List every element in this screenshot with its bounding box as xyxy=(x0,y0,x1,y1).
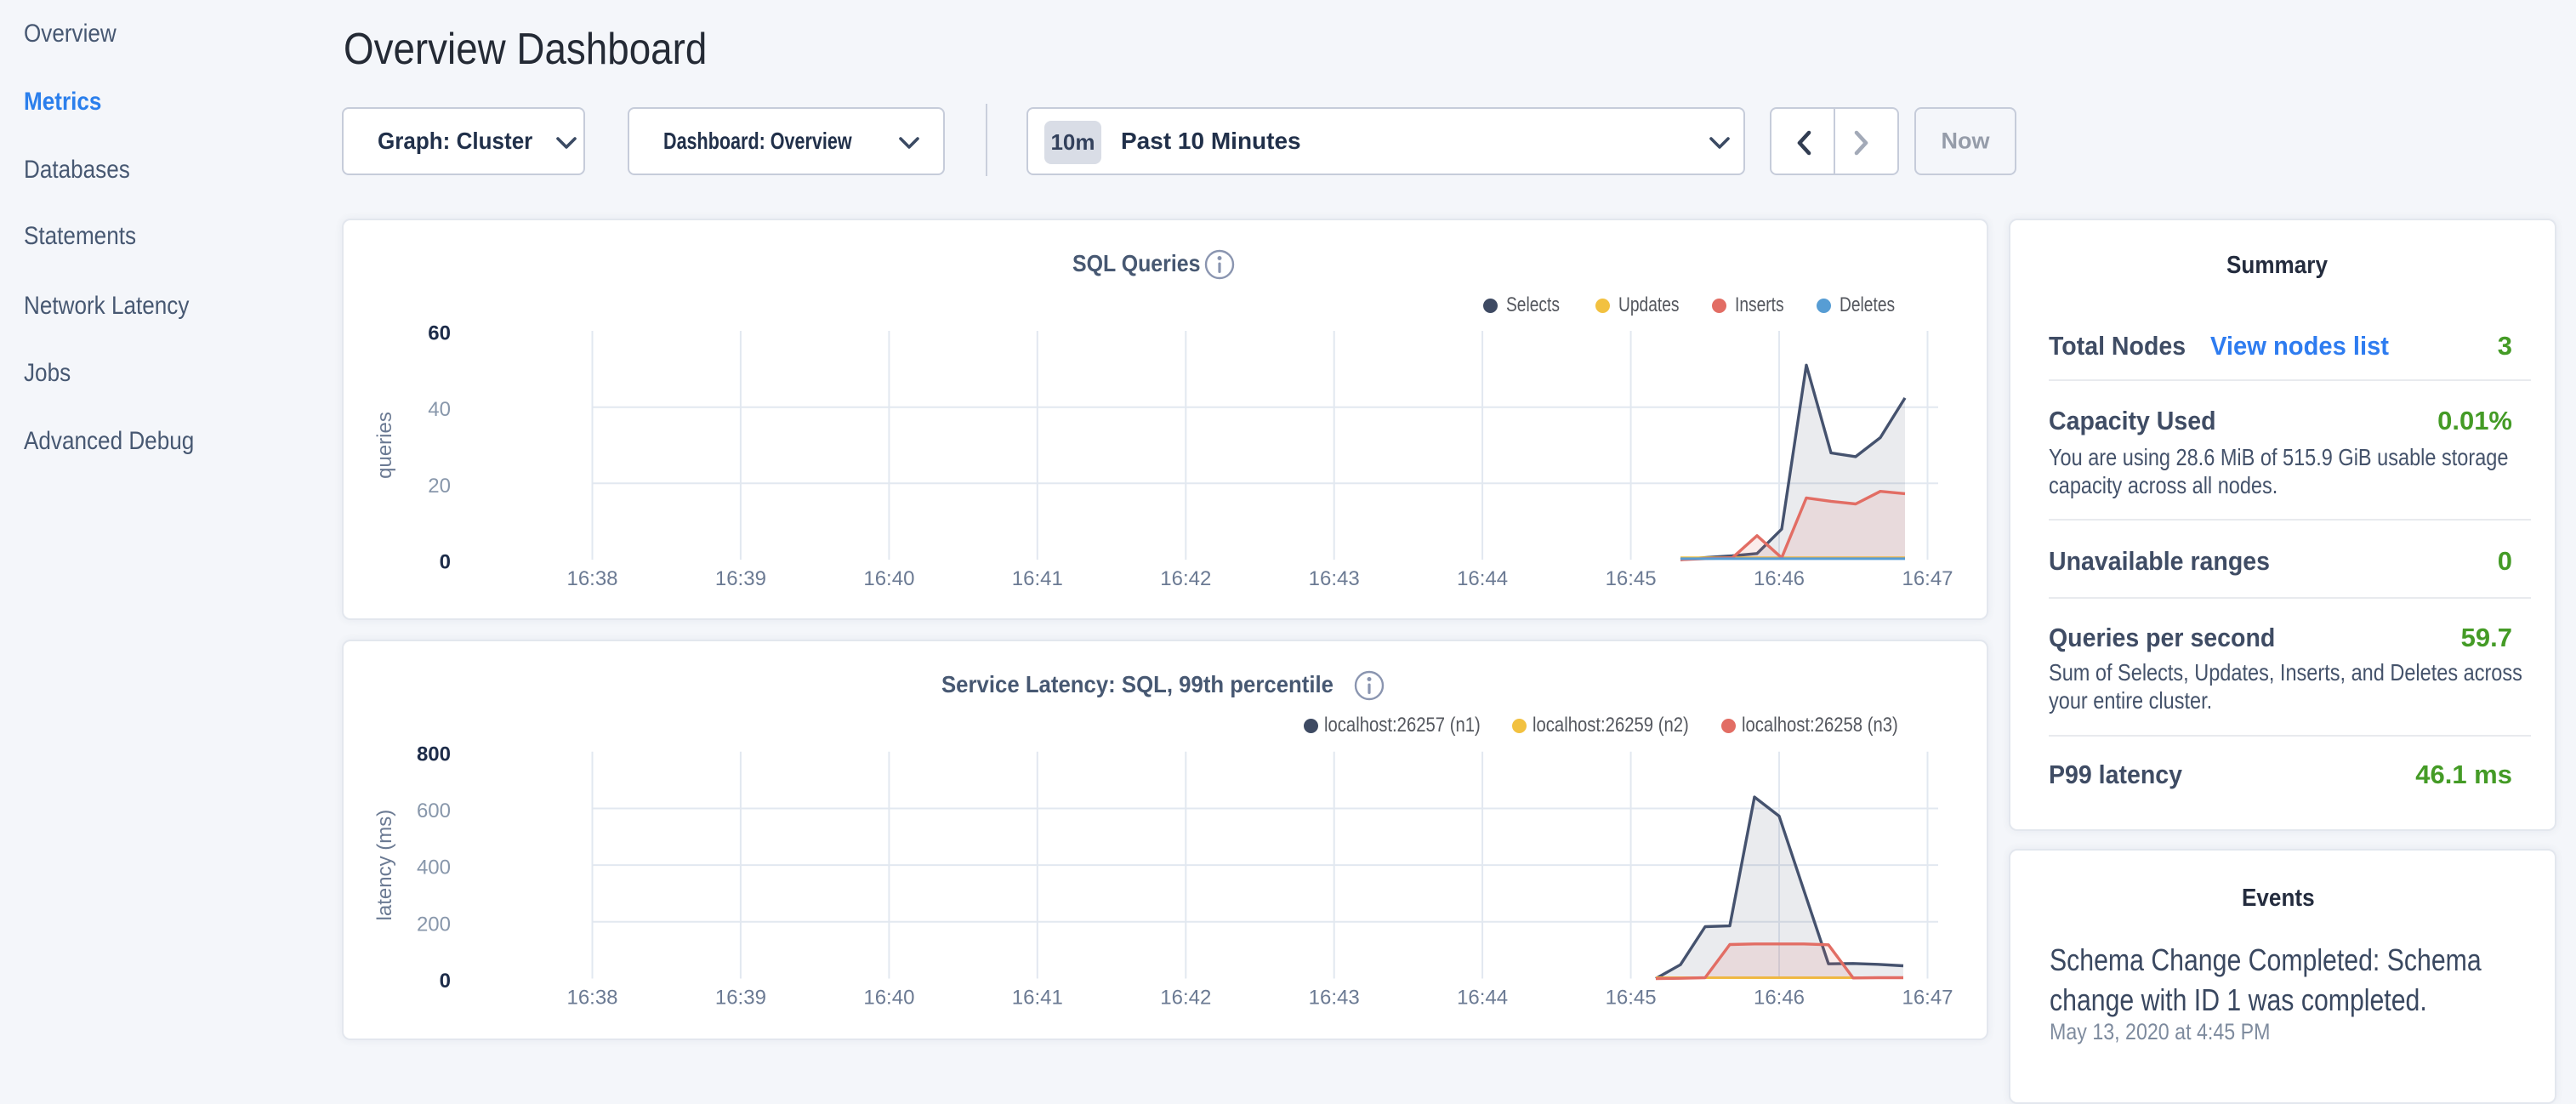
svg-text:800: 800 xyxy=(417,743,451,765)
svg-text:200: 200 xyxy=(417,913,451,936)
svg-text:16:41: 16:41 xyxy=(1012,987,1063,1010)
svg-text:16:44: 16:44 xyxy=(1457,567,1508,590)
svg-text:16:45: 16:45 xyxy=(1606,987,1657,1010)
svg-text:40: 40 xyxy=(428,398,451,421)
svg-text:queries: queries xyxy=(373,412,396,479)
svg-text:16:38: 16:38 xyxy=(566,987,617,1010)
svg-text:20: 20 xyxy=(428,475,451,498)
svg-text:latency (ms): latency (ms) xyxy=(373,810,396,921)
svg-text:60: 60 xyxy=(428,322,451,345)
svg-text:16:42: 16:42 xyxy=(1160,567,1211,590)
svg-text:0: 0 xyxy=(440,551,451,574)
svg-text:16:46: 16:46 xyxy=(1754,567,1805,590)
svg-text:16:39: 16:39 xyxy=(715,567,766,590)
svg-text:16:43: 16:43 xyxy=(1309,567,1360,590)
svg-text:16:46: 16:46 xyxy=(1754,987,1805,1010)
svg-text:16:40: 16:40 xyxy=(863,567,914,590)
svg-text:16:45: 16:45 xyxy=(1606,567,1657,590)
svg-text:16:40: 16:40 xyxy=(863,987,914,1010)
svg-text:400: 400 xyxy=(417,856,451,879)
svg-text:16:44: 16:44 xyxy=(1457,987,1508,1010)
svg-text:16:42: 16:42 xyxy=(1160,987,1211,1010)
svg-text:16:38: 16:38 xyxy=(566,567,617,590)
svg-text:16:47: 16:47 xyxy=(1902,987,1953,1010)
svg-text:16:43: 16:43 xyxy=(1309,987,1360,1010)
svg-text:0: 0 xyxy=(440,970,451,993)
svg-text:600: 600 xyxy=(417,800,451,822)
svg-text:16:47: 16:47 xyxy=(1902,567,1953,590)
svg-text:16:39: 16:39 xyxy=(715,987,766,1010)
svg-text:16:41: 16:41 xyxy=(1012,567,1063,590)
